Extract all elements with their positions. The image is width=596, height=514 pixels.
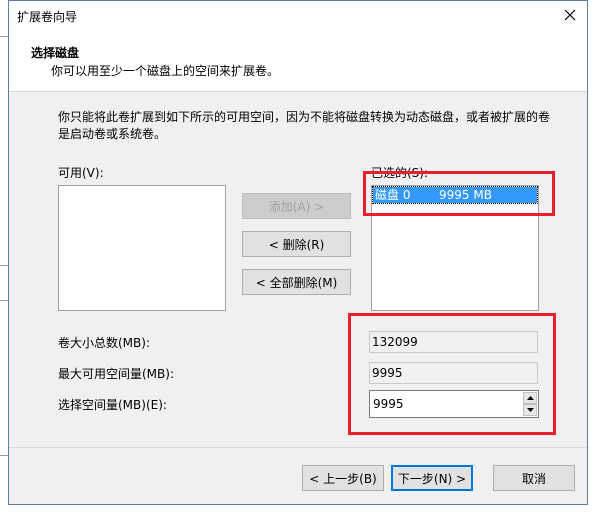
- bg-divider: [0, 265, 8, 266]
- select-amount-spinner[interactable]: [369, 390, 539, 418]
- spin-down-button[interactable]: [523, 404, 537, 416]
- window-title: 扩展卷向导: [17, 10, 78, 24]
- total-size-value: 132099: [369, 331, 538, 353]
- selected-listbox[interactable]: 磁盘 0 9995 MB: [371, 185, 539, 311]
- select-amount-input[interactable]: [370, 391, 518, 417]
- footer-divider: [9, 447, 587, 448]
- cancel-button[interactable]: 取消: [493, 465, 575, 491]
- max-available-label: 最大可用空间量(MB):: [58, 367, 174, 381]
- selected-label: 已选的(S):: [371, 166, 429, 180]
- close-icon: [564, 9, 576, 21]
- disk-name: 磁盘 0: [375, 188, 411, 202]
- chevron-down-icon: [526, 408, 534, 412]
- disk-size: 9995 MB: [439, 188, 492, 202]
- title-bar: 扩展卷向导: [9, 1, 587, 31]
- bg-divider: [0, 455, 8, 456]
- add-button[interactable]: 添加(A) >: [242, 193, 351, 219]
- chevron-up-icon: [526, 396, 534, 400]
- select-amount-label: 选择空间量(MB)(E):: [58, 398, 167, 412]
- wizard-header: 选择磁盘 你可以用至少一个磁盘上的空间来扩展卷。: [9, 31, 587, 92]
- bg-divider: [0, 300, 8, 301]
- selected-disk-row[interactable]: 磁盘 0 9995 MB: [372, 186, 538, 204]
- page-title: 选择磁盘: [31, 46, 80, 60]
- page-subtitle: 你可以用至少一个磁盘上的空间来扩展卷。: [51, 64, 280, 78]
- remove-all-button[interactable]: < 全部删除(M): [242, 269, 351, 295]
- extend-volume-wizard-dialog: 扩展卷向导 选择磁盘 你可以用至少一个磁盘上的空间来扩展卷。 你只能将此卷扩展到…: [8, 0, 588, 505]
- description-text: 你只能将此卷扩展到如下所示的可用空间，因为不能将磁盘转换为动态磁盘，或者被扩展的…: [58, 110, 551, 141]
- spin-up-button[interactable]: [523, 392, 537, 404]
- available-label: 可用(V):: [58, 166, 104, 180]
- back-button[interactable]: < 上一步(B): [302, 465, 384, 491]
- max-available-value: 9995: [369, 362, 538, 384]
- available-listbox[interactable]: [58, 185, 226, 311]
- bg-divider: [0, 36, 8, 37]
- remove-button[interactable]: < 删除(R): [242, 231, 351, 257]
- close-button[interactable]: [555, 3, 585, 27]
- total-size-label: 卷大小总数(MB):: [58, 336, 150, 350]
- next-button[interactable]: 下一步(N) >: [391, 465, 473, 491]
